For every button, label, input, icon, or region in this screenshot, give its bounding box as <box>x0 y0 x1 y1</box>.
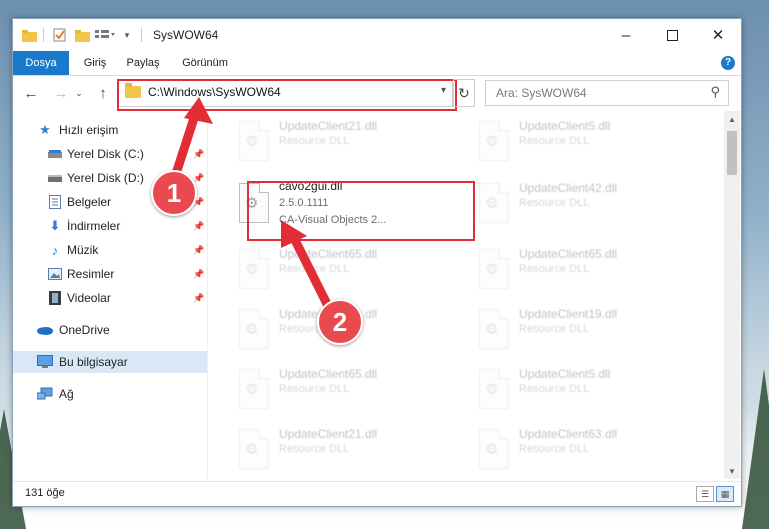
arrow-2-shaft <box>287 229 337 319</box>
arrow-1-head <box>184 97 213 124</box>
step-badge-2: 2 <box>317 299 363 345</box>
annotation-arrows <box>167 97 337 319</box>
step-badge-1: 1 <box>151 170 197 216</box>
